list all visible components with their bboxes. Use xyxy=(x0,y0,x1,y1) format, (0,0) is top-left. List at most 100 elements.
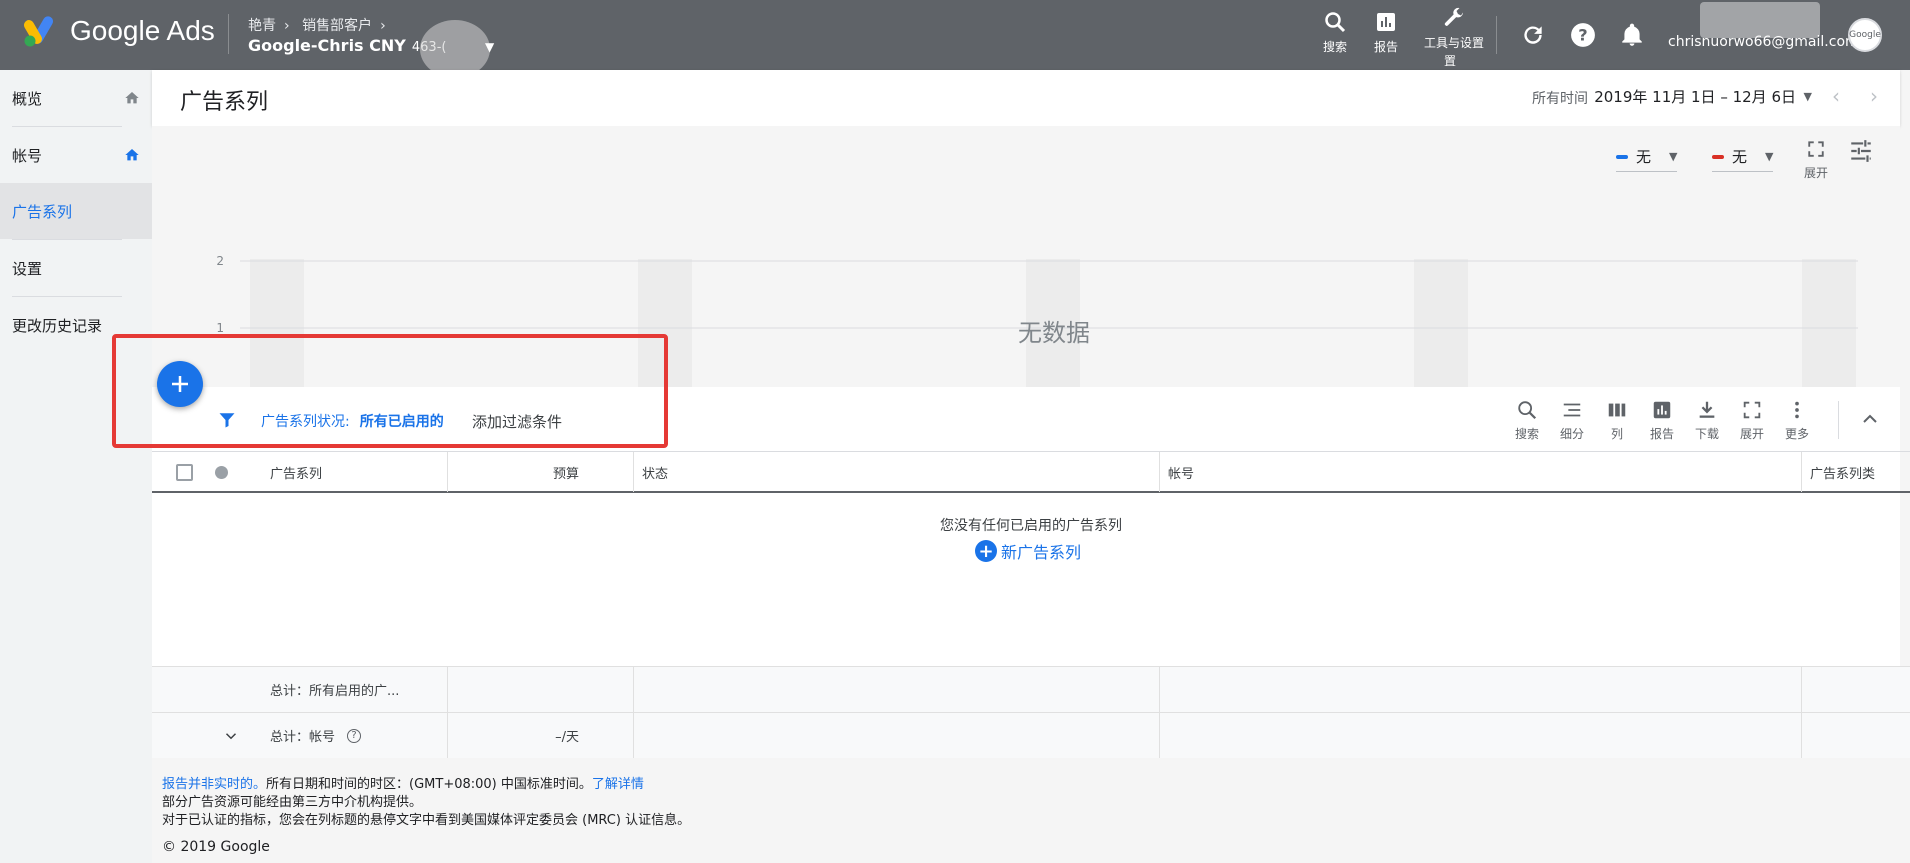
sidebar-item-campaigns[interactable]: 广告系列 xyxy=(0,183,152,239)
wrench-icon xyxy=(1444,7,1463,26)
toolbar-search-button[interactable]: 搜索 xyxy=(1507,399,1547,442)
avatar[interactable]: Google xyxy=(1848,18,1882,52)
chart-expand-button[interactable]: 展开 xyxy=(1804,140,1828,181)
metric-1-label: 无 xyxy=(1636,148,1652,166)
segment-icon xyxy=(1563,403,1581,417)
empty-state: 您没有任何已启用的广告系列 + 新广告系列 xyxy=(152,493,1910,593)
learn-more-link[interactable]: 了解详情 xyxy=(592,777,644,792)
y-tick-label: 1 xyxy=(216,321,224,335)
sidebar-item-label: 设置 xyxy=(12,259,43,278)
date-prev-icon[interactable]: ‹ xyxy=(1832,84,1840,108)
table-header: 广告系列 预算 状态 帐号 广告系列类 xyxy=(152,451,1910,493)
sidebar-item-change-history[interactable]: 更改历史记录 xyxy=(0,297,152,353)
new-campaign-button[interactable]: + 新广告系列 xyxy=(975,539,1081,563)
date-range-picker[interactable]: 2019年 11月 1日 – 12月 6日 xyxy=(1594,86,1796,107)
column-campaign[interactable]: 广告系列 xyxy=(262,452,448,492)
chevron-up-icon[interactable] xyxy=(1858,407,1882,431)
add-campaign-fab[interactable] xyxy=(157,361,203,407)
search-icon xyxy=(1518,401,1537,420)
fullscreen-icon xyxy=(1808,141,1824,157)
avatar-text: Google xyxy=(1849,30,1881,40)
totals-label: 总计：所有启用的广... xyxy=(270,684,400,699)
help-icon[interactable]: ? xyxy=(347,728,362,743)
sidebar-item-overview[interactable]: 概览 xyxy=(0,70,152,126)
chevron-down-icon[interactable] xyxy=(222,727,240,745)
chevron-down-icon: ▼ xyxy=(1765,150,1774,163)
column-header-label: 广告系列 xyxy=(270,466,323,482)
search-icon xyxy=(1325,12,1346,33)
toolbar-expand-button[interactable]: 展开 xyxy=(1732,399,1772,442)
realtime-info-link[interactable]: 报告并非实时的。 xyxy=(162,777,266,792)
columns-icon xyxy=(1608,403,1626,417)
page-header: 广告系列 所有时间 2019年 11月 1日 – 12月 6日 ▼ ‹ › xyxy=(152,70,1900,126)
sidebar-item-account[interactable]: 帐号 xyxy=(0,127,152,183)
header-search-button[interactable]: 搜索 xyxy=(1323,10,1347,55)
toolbar-more-button[interactable]: 更多 xyxy=(1777,399,1817,442)
campaign-table-card: 广告系列状况: 所有已启用的 添加过滤条件 搜索 细分 列 报告 下载 展开 更… xyxy=(152,387,1910,712)
breadcrumb-manager[interactable]: 艳青 xyxy=(248,18,276,34)
google-ads-logo[interactable]: Google Ads xyxy=(24,15,215,47)
help-icon[interactable]: ? xyxy=(1570,22,1596,48)
header-divider xyxy=(1496,16,1497,54)
toolbar-label: 搜索 xyxy=(1514,427,1539,441)
toolbar-download-button[interactable]: 下载 xyxy=(1687,399,1727,442)
column-header-label: 广告系列类 xyxy=(1810,466,1876,482)
totals-label-cell: 总计：帐号 ? xyxy=(152,713,448,758)
timezone-text: 所有日期和时间的时区：(GMT+08:00) 中国标准时间。 xyxy=(266,777,592,792)
tune-icon[interactable] xyxy=(1848,138,1874,164)
date-next-icon[interactable]: › xyxy=(1870,84,1878,108)
footer-line-3: 对于已认证的指标，您会在列标题的悬停文字中看到美国媒体评定委员会 (MRC) 认… xyxy=(162,813,691,828)
account-selector[interactable]: Google-Chris CNY463-( xyxy=(248,36,446,55)
column-header-label: 帐号 xyxy=(1168,466,1195,482)
column-account[interactable]: 帐号 xyxy=(1160,452,1802,492)
add-icon xyxy=(172,376,188,392)
select-all-checkbox[interactable] xyxy=(176,464,193,481)
totals-status-cell xyxy=(634,713,1160,758)
page-footer: 报告并非实时的。所有日期和时间的时区：(GMT+08:00) 中国标准时间。了解… xyxy=(162,776,690,856)
sidebar-item-settings[interactable]: 设置 xyxy=(0,240,152,296)
breadcrumb-chevron-icon: › xyxy=(380,18,386,34)
account-dropdown-icon[interactable]: ▼ xyxy=(485,40,494,54)
add-filter-button[interactable]: 添加过滤条件 xyxy=(472,411,562,432)
toolbar-reports-button[interactable]: 报告 xyxy=(1642,399,1682,442)
breadcrumb-subaccount[interactable]: 销售部客户 xyxy=(302,18,372,34)
redacted-overlay xyxy=(1700,2,1820,38)
toolbar-segment-button[interactable]: 细分 xyxy=(1552,399,1592,442)
chart-expand-label: 展开 xyxy=(1804,166,1829,180)
header-reports-label: 报告 xyxy=(1374,40,1399,54)
metric-selector-2[interactable]: 无 ▼ xyxy=(1712,146,1774,172)
toolbar-columns-button[interactable]: 列 xyxy=(1597,399,1637,442)
metric-2-swatch xyxy=(1712,154,1724,159)
toolbar-label: 展开 xyxy=(1739,427,1764,441)
left-navigation: 概览 帐号 广告系列 设置 更改历史记录 xyxy=(0,70,152,863)
brand-name: Google Ads xyxy=(70,15,215,46)
header-tools-button[interactable]: 工具与设置 xyxy=(1424,6,1484,51)
top-app-bar: Google Ads 艳青 › 销售部客户 › Google-Chris CNY46… xyxy=(0,0,1910,78)
header-tools-label-wrap: 置 xyxy=(1444,54,1457,68)
column-campaign-type[interactable]: 广告系列类 xyxy=(1802,452,1910,492)
home-icon xyxy=(125,92,139,104)
totals-account-cell xyxy=(1160,713,1802,758)
sidebar-item-label: 帐号 xyxy=(12,146,43,165)
toolbar-label: 更多 xyxy=(1784,427,1809,441)
reports-icon xyxy=(1377,13,1395,31)
column-status[interactable]: 状态 xyxy=(634,452,1160,492)
totals-budget: –/天 xyxy=(555,730,579,745)
filter-icon[interactable] xyxy=(218,411,236,429)
date-dropdown-icon[interactable]: ▼ xyxy=(1804,90,1812,103)
notifications-bell-icon[interactable] xyxy=(1619,22,1645,48)
user-email[interactable]: chrisnuorwo66@gmail.com xyxy=(1668,34,1859,50)
metric-selector-1[interactable]: 无 ▼ xyxy=(1616,146,1678,172)
filter-chip-status[interactable]: 广告系列状况: 所有已启用的 xyxy=(261,411,444,431)
filter-chip-value: 所有已启用的 xyxy=(359,414,444,430)
breadcrumb-chevron-icon: › xyxy=(284,18,290,34)
column-header-label: 预算 xyxy=(552,466,579,482)
header-reports-button[interactable]: 报告 xyxy=(1374,10,1398,55)
column-budget[interactable]: 预算 xyxy=(448,452,634,492)
footer-line-1: 报告并非实时的。所有日期和时间的时区：(GMT+08:00) 中国标准时间。了解… xyxy=(162,776,690,794)
empty-state-message: 您没有任何已启用的广告系列 xyxy=(940,518,1122,534)
no-data-label: 无数据 xyxy=(1018,319,1090,347)
sidebar-item-label: 更改历史记录 xyxy=(12,316,103,335)
refresh-icon[interactable] xyxy=(1520,22,1546,48)
weekend-band xyxy=(638,259,692,395)
